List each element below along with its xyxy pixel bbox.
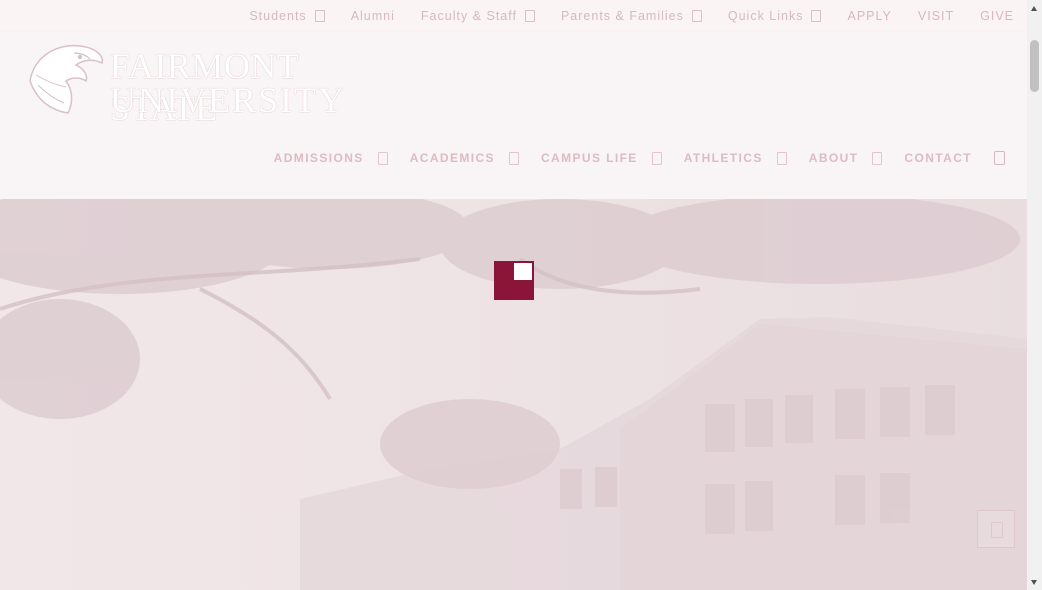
utility-item-visit[interactable]: VISIT <box>918 9 954 23</box>
nav-item-label: ATHLETICS <box>683 151 763 165</box>
utility-item-label: Parents & Families <box>560 8 684 23</box>
chevron-down-icon <box>872 151 883 165</box>
utility-item-label: GIVE <box>980 8 1014 23</box>
chevron-down-icon <box>776 151 787 165</box>
nav-item-label: ADMISSIONS <box>273 151 364 165</box>
main-header: FAIRMONT STATE UNIVERSITY ADMISSIONS ACA… <box>0 31 1027 199</box>
arrow-up-icon <box>991 522 1003 538</box>
nav-item-campus-life[interactable]: CAMPUS LIFE <box>541 151 662 165</box>
utility-item-label: Students <box>249 8 307 23</box>
scroll-down-icon[interactable] <box>1031 580 1037 585</box>
utility-item-give[interactable]: GIVE <box>980 9 1014 23</box>
scroll-up-icon[interactable] <box>1031 6 1037 11</box>
nav-item-label: ACADEMICS <box>409 151 495 165</box>
scrollbar-thumb[interactable] <box>1030 40 1039 92</box>
utility-item-faculty-staff[interactable]: Faculty & Staff <box>421 9 535 23</box>
utility-bar: Students Alumni Faculty & Staff Parents … <box>0 0 1027 32</box>
page: Students Alumni Faculty & Staff Parents … <box>0 0 1027 590</box>
site-logo[interactable]: FAIRMONT STATE UNIVERSITY <box>24 41 414 128</box>
hero-image <box>0 199 1027 590</box>
utility-item-apply[interactable]: APPLY <box>847 9 891 23</box>
main-nav: ADMISSIONS ACADEMICS CAMPUS LIFE ATHLETI… <box>252 151 1005 165</box>
utility-item-label: Alumni <box>350 8 395 23</box>
nav-item-contact[interactable]: CONTACT <box>904 151 972 165</box>
utility-item-alumni[interactable]: Alumni <box>351 9 395 23</box>
nav-item-label: ABOUT <box>808 151 859 165</box>
chevron-down-icon <box>508 151 519 165</box>
loading-spinner-icon <box>494 261 534 300</box>
chevron-down-icon <box>314 9 325 22</box>
search-icon[interactable] <box>994 151 1005 165</box>
utility-item-label: Quick Links <box>727 8 804 23</box>
utility-nav: Students Alumni Faculty & Staff Parents … <box>223 0 1014 31</box>
logo-line-2: UNIVERSITY <box>110 80 346 120</box>
nav-item-about[interactable]: ABOUT <box>809 151 883 165</box>
nav-item-academics[interactable]: ACADEMICS <box>410 151 519 165</box>
chevron-down-icon <box>524 9 535 22</box>
chevron-down-icon <box>377 151 388 165</box>
nav-item-admissions[interactable]: ADMISSIONS <box>274 151 388 165</box>
chevron-down-icon <box>651 151 662 165</box>
utility-item-quick-links[interactable]: Quick Links <box>728 9 822 23</box>
nav-item-label: CAMPUS LIFE <box>540 151 638 165</box>
utility-item-label: APPLY <box>847 8 892 23</box>
utility-item-label: VISIT <box>917 8 955 23</box>
utility-item-students[interactable]: Students <box>249 8 325 23</box>
chevron-down-icon <box>691 9 702 22</box>
scrollbar[interactable] <box>1027 0 1042 590</box>
back-to-top-button[interactable] <box>977 510 1015 548</box>
utility-item-parents-families[interactable]: Parents & Families <box>561 9 702 23</box>
utility-item-label: Faculty & Staff <box>420 8 517 23</box>
falcon-head-icon <box>29 44 104 114</box>
nav-item-athletics[interactable]: ATHLETICS <box>684 151 787 165</box>
nav-item-label: CONTACT <box>904 151 972 165</box>
chevron-down-icon <box>811 9 822 22</box>
